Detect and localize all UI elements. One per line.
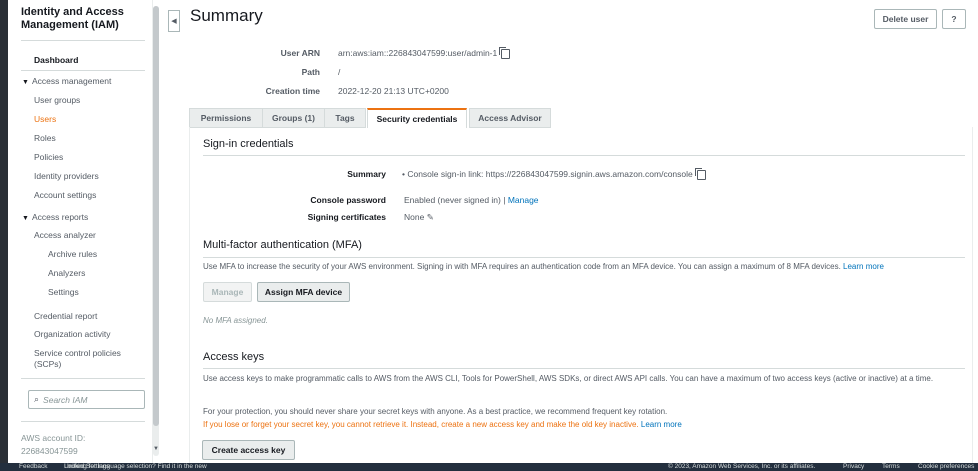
section-label: Access management	[32, 76, 112, 86]
tab-tags[interactable]: Tags	[324, 108, 366, 128]
signing-certificates-value: None ✎	[404, 212, 434, 223]
sidebar: Identity and Access Management (IAM) Das…	[8, 0, 153, 463]
sidebar-item-account-settings[interactable]: Account settings	[34, 190, 96, 200]
sidebar-item-scps[interactable]: Service control policies (SCPs)	[34, 348, 134, 370]
access-keys-description: Use access keys to make programmatic cal…	[203, 374, 934, 383]
feedback-link[interactable]: Feedback	[19, 463, 48, 471]
sidebar-item-user-groups[interactable]: User groups	[34, 95, 80, 105]
signin-summary-value: • Console sign-in link: https://22684304…	[402, 167, 706, 180]
sidebar-divider	[21, 421, 145, 422]
access-keys-protection: For your protection, you should never sh…	[203, 407, 668, 416]
sidebar-item-users[interactable]: Users	[34, 114, 56, 124]
search-placeholder: Search IAM	[43, 394, 88, 405]
sidebar-divider	[21, 40, 145, 41]
cookie-preferences-link[interactable]: Cookie preferences	[918, 463, 974, 471]
caret-down-icon: ▼	[22, 79, 29, 86]
sidebar-item-organization-activity[interactable]: Organization activity	[34, 329, 111, 339]
caret-left-icon: ◀	[171, 18, 177, 25]
sidebar-item-credential-report[interactable]: Credential report	[34, 311, 97, 321]
sidebar-item-identity-providers[interactable]: Identity providers	[34, 171, 99, 181]
sidebar-section-access-management[interactable]: ▼ Access management	[22, 76, 111, 86]
search-icon: ⌕	[34, 394, 40, 404]
privacy-link[interactable]: Privacy	[843, 463, 864, 471]
signin-credentials-title: Sign-in credentials	[203, 138, 294, 150]
copy-icon[interactable]	[694, 167, 706, 180]
scroll-down-icon[interactable]: ▼	[152, 446, 160, 452]
tab-access-advisor[interactable]: Access Advisor	[469, 108, 551, 128]
sidebar-divider	[21, 70, 145, 71]
signin-summary-label: Summary	[347, 169, 386, 179]
unified-settings-link[interactable]: Unified Settings	[64, 463, 110, 471]
sidebar-item-roles[interactable]: Roles	[34, 133, 56, 143]
account-id: 226843047599	[21, 446, 78, 456]
sidebar-scrollbar[interactable]: ▼	[152, 6, 160, 456]
section-label: Access reports	[32, 212, 89, 222]
creation-time-value: 2022-12-20 21:13 UTC+0200	[338, 86, 449, 96]
assign-mfa-device-button[interactable]: Assign MFA device	[257, 282, 350, 302]
section-divider	[203, 155, 965, 156]
account-label: AWS account ID:	[21, 433, 86, 443]
collapse-sidebar-button[interactable]: ◀	[168, 10, 180, 32]
window-edge	[0, 0, 8, 471]
mfa-description: Use MFA to increase the security of your…	[203, 262, 884, 271]
warning-text: If you lose or forget your secret key, y…	[203, 420, 639, 429]
console-password-value: Enabled (never signed in) | Manage	[404, 195, 539, 205]
tab-security-credentials[interactable]: Security credentials	[367, 108, 467, 128]
section-divider	[203, 368, 965, 369]
mfa-description-text: Use MFA to increase the security of your…	[203, 262, 841, 271]
sidebar-item-policies[interactable]: Policies	[34, 152, 63, 162]
delete-user-button[interactable]: Delete user	[874, 9, 937, 29]
console-password-label: Console password	[310, 195, 386, 205]
sidebar-item-analyzers[interactable]: Analyzers	[48, 268, 85, 278]
section-divider	[203, 257, 965, 258]
help-button[interactable]: ?	[942, 9, 966, 29]
sidebar-title: Identity and Access Management (IAM)	[21, 6, 124, 31]
signing-certificates-label: Signing certificates	[307, 212, 386, 222]
path-label: Path	[301, 67, 320, 77]
mfa-title: Multi-factor authentication (MFA)	[203, 239, 362, 251]
console-password-text: Enabled (never signed in) |	[404, 195, 506, 205]
copyright: © 2023, Amazon Web Services, Inc. or its…	[668, 463, 816, 470]
user-arn-text: arn:aws:iam::226843047599:user/admin-1	[338, 48, 498, 58]
sidebar-item-access-analyzer[interactable]: Access analyzer	[34, 230, 96, 240]
console-signin-link[interactable]: https://226843047599.signin.aws.amazon.c…	[486, 169, 693, 179]
tab-permissions[interactable]: Permissions	[189, 108, 263, 128]
access-keys-warning: If you lose or forget your secret key, y…	[203, 420, 682, 429]
search-input[interactable]: ⌕ Search IAM	[28, 390, 145, 409]
terms-link[interactable]: Terms	[882, 463, 900, 471]
access-keys-title: Access keys	[203, 351, 265, 363]
manage-password-link[interactable]: Manage	[508, 195, 539, 205]
signing-certificates-text: None	[404, 212, 425, 222]
mfa-manage-button[interactable]: Manage	[203, 282, 252, 302]
mfa-learn-more-link[interactable]: Learn more	[843, 262, 884, 271]
footer: Feedback Looking for language selection?…	[0, 463, 978, 471]
user-arn-value: arn:aws:iam::226843047599:user/admin-1	[338, 46, 511, 59]
caret-down-icon: ▼	[22, 215, 29, 222]
page-title: Summary	[190, 6, 263, 25]
path-value: /	[338, 67, 341, 77]
tab-groups[interactable]: Groups (1)	[262, 108, 325, 128]
scrollbar-thumb[interactable]	[153, 6, 159, 426]
access-keys-learn-more-link[interactable]: Learn more	[641, 420, 682, 429]
sidebar-item-settings[interactable]: Settings	[48, 287, 79, 297]
sidebar-divider	[21, 378, 145, 379]
sidebar-item-archive-rules[interactable]: Archive rules	[48, 249, 97, 259]
mfa-empty-state: No MFA assigned.	[203, 316, 268, 325]
copy-icon[interactable]	[499, 46, 511, 59]
sidebar-section-access-reports[interactable]: ▼ Access reports	[22, 212, 88, 222]
user-arn-label: User ARN	[280, 48, 320, 58]
create-access-key-button[interactable]: Create access key	[202, 440, 295, 460]
creation-time-label: Creation time	[265, 86, 320, 96]
edit-pencil-icon[interactable]: ✎	[427, 212, 434, 222]
console-link-prefix: Console sign-in link:	[407, 169, 486, 179]
sidebar-item-dashboard[interactable]: Dashboard	[34, 55, 78, 65]
